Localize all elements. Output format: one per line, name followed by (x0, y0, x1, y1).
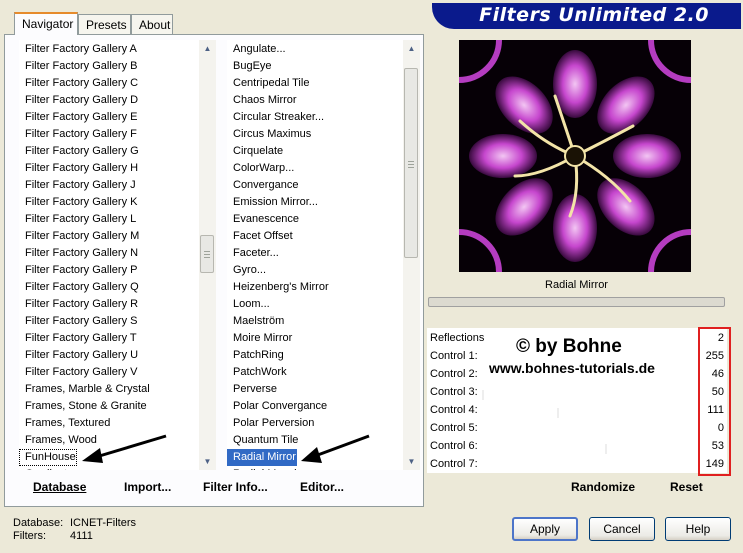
control-label: Control 1: (430, 350, 478, 362)
list-item[interactable]: Filter Factory Gallery L (19, 211, 136, 228)
category-scroll-thumb[interactable] (200, 235, 214, 273)
list-item[interactable]: Filter Factory Gallery H (19, 160, 138, 177)
scroll-up-arrow-icon[interactable]: ▲ (403, 40, 420, 57)
import-button[interactable]: Import... (124, 480, 171, 494)
watermark-url: www.bohnes-tutorials.de (489, 360, 655, 376)
status-database-value: ICNET-Filters (70, 517, 136, 529)
app-title-banner: Filters Unlimited 2.0 (432, 3, 741, 29)
tab-about[interactable]: About (131, 14, 173, 34)
list-item[interactable]: Cirquelate (227, 143, 283, 160)
list-item[interactable]: Angulate... (227, 41, 286, 58)
list-item[interactable]: Radial Mosaic (227, 466, 302, 470)
control-label: Control 2: (430, 368, 478, 380)
list-item[interactable]: Quantum Tile (227, 432, 298, 449)
list-item[interactable]: BugEye (227, 58, 272, 75)
list-item[interactable]: ColorWarp... (227, 160, 294, 177)
tab-presets[interactable]: Presets (78, 14, 131, 34)
scroll-up-arrow-icon[interactable]: ▲ (199, 40, 216, 57)
list-item[interactable]: Gyro... (227, 262, 266, 279)
randomize-button[interactable]: Randomize (571, 480, 635, 494)
list-item[interactable]: Faceter... (227, 245, 279, 262)
status-filters-label: Filters: (13, 530, 46, 542)
list-item[interactable]: Filter Factory Gallery Q (19, 279, 139, 296)
filter-scrollbar[interactable]: ▲ ▼ (403, 40, 420, 470)
list-item[interactable]: Filter Factory Gallery C (19, 75, 138, 92)
list-item[interactable]: Evanescence (227, 211, 299, 228)
tab-navigator[interactable]: Navigator (14, 12, 78, 35)
apply-button[interactable]: Apply (512, 517, 578, 541)
list-item[interactable]: Filter Factory Gallery U (19, 347, 138, 364)
list-item[interactable]: Filter Factory Gallery F (19, 126, 137, 143)
list-item[interactable]: Filter Factory Gallery P (19, 262, 137, 279)
list-item[interactable]: Chaos Mirror (227, 92, 297, 109)
list-item[interactable]: Filter Factory Gallery S (19, 313, 137, 330)
control-label: Reflections (430, 332, 485, 344)
list-item[interactable]: Filter Factory Gallery M (19, 228, 139, 245)
list-item[interactable]: Filter Factory Gallery N (19, 245, 138, 262)
list-item[interactable]: Filter Factory Gallery J (19, 177, 136, 194)
list-item[interactable]: PatchRing (227, 347, 284, 364)
app-title: Filters Unlimited 2.0 (479, 4, 709, 26)
filter-list[interactable]: Angulate... BugEye Centripedal Tile Chaos M… (227, 40, 404, 470)
pointer-arrow-icon (82, 434, 167, 463)
list-item[interactable]: Convergance (227, 177, 298, 194)
watermark-copyright: © by Bohne (516, 336, 622, 357)
list-item[interactable]: Filter Factory Gallery G (19, 143, 139, 160)
control-label: Control 6: (430, 440, 478, 452)
control-label: Control 5: (430, 422, 478, 434)
control-label: Control 7: (430, 458, 478, 470)
reset-button[interactable]: Reset (670, 480, 703, 494)
list-item[interactable]: Circus Maximus (227, 126, 311, 143)
list-item[interactable]: Filter Factory Gallery E (19, 109, 137, 126)
list-item[interactable]: Frames, Marble & Crystal (19, 381, 150, 398)
list-item[interactable]: Filter Factory Gallery R (19, 296, 138, 313)
list-item[interactable]: Gradients (19, 466, 73, 470)
database-button[interactable]: Database (33, 480, 86, 494)
list-item[interactable]: Heizenberg's Mirror (227, 279, 329, 296)
help-button[interactable]: Help (665, 517, 731, 541)
status-database-label: Database: (13, 517, 64, 529)
scroll-down-arrow-icon[interactable]: ▼ (199, 453, 216, 470)
list-item[interactable]: Maelström (227, 313, 284, 330)
list-item[interactable]: Polar Convergance (227, 398, 327, 415)
editor-button[interactable]: Editor... (300, 480, 344, 494)
selected-filter-name: Radial Mirror (427, 275, 726, 295)
list-item[interactable]: Filter Factory Gallery D (19, 92, 138, 109)
category-list[interactable]: Filter Factory Gallery A Filter Factory G… (19, 40, 199, 470)
filter-info-button[interactable]: Filter Info... (203, 480, 268, 494)
control-label: Control 4: (430, 404, 478, 416)
filter-scroll-thumb[interactable] (404, 68, 418, 258)
list-item[interactable]: FunHouse (19, 449, 77, 466)
status-filters-value: 4111 (70, 530, 93, 542)
highlight-box (698, 327, 731, 476)
list-item[interactable]: Frames, Stone & Granite (19, 398, 147, 415)
list-item[interactable]: Filter Factory Gallery V (19, 364, 137, 381)
list-item[interactable]: Circular Streaker... (227, 109, 324, 126)
list-item[interactable]: Filter Factory Gallery B (19, 58, 137, 75)
category-scrollbar[interactable]: ▲ ▼ (199, 40, 216, 470)
scroll-down-arrow-icon[interactable]: ▼ (403, 453, 420, 470)
list-item[interactable]: Facet Offset (227, 228, 293, 245)
progress-bar (428, 297, 725, 307)
list-item[interactable]: Loom... (227, 296, 270, 313)
list-item[interactable]: Centripedal Tile (227, 75, 309, 92)
list-item[interactable]: Filter Factory Gallery T (19, 330, 137, 347)
list-item[interactable]: Emission Mirror... (227, 194, 318, 211)
list-item[interactable]: Moire Mirror (227, 330, 292, 347)
list-item[interactable]: Filter Factory Gallery K (19, 194, 137, 211)
list-item[interactable]: Frames, Textured (19, 415, 110, 432)
list-item[interactable]: Filter Factory Gallery A (19, 41, 137, 58)
filter-preview-image (459, 40, 691, 272)
control-label: Control 3: (430, 386, 478, 398)
list-item[interactable]: PatchWork (227, 364, 287, 381)
cancel-button[interactable]: Cancel (589, 517, 655, 541)
list-item[interactable]: Perverse (227, 381, 277, 398)
list-item[interactable]: Polar Perversion (227, 415, 314, 432)
list-item[interactable]: Radial Mirror (227, 449, 297, 466)
pointer-arrow-icon (301, 434, 370, 463)
